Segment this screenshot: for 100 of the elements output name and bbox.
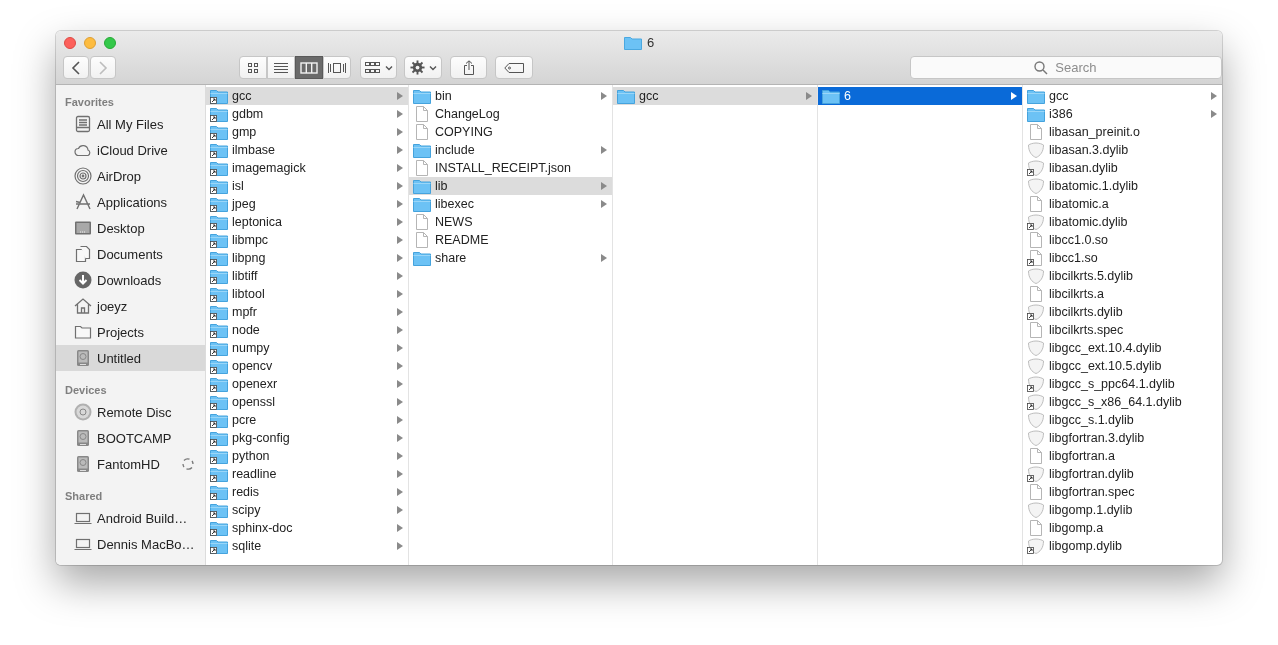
file-row[interactable]: libgfortran.a (1023, 447, 1222, 465)
sidebar-item[interactable]: Untitled (56, 345, 205, 371)
file-row[interactable]: libatomic.a (1023, 195, 1222, 213)
sidebar-item[interactable]: BOOTCAMP (56, 425, 205, 451)
file-row[interactable]: libgcc_ext.10.4.dylib (1023, 339, 1222, 357)
file-name: gmp (232, 125, 258, 139)
file-row[interactable]: libgomp.a (1023, 519, 1222, 537)
file-row[interactable]: jpeg (206, 195, 408, 213)
file-row[interactable]: gdbm (206, 105, 408, 123)
file-name: NEWS (435, 215, 474, 229)
disclosure-icon (397, 488, 403, 496)
file-row[interactable]: pkg-config (206, 429, 408, 447)
coverflow-view-button[interactable] (323, 56, 351, 79)
file-row[interactable]: libmpc (206, 231, 408, 249)
file-row[interactable]: sqlite (206, 537, 408, 555)
file-row[interactable]: libgomp.dylib (1023, 537, 1222, 555)
file-row[interactable]: share (409, 249, 612, 267)
file-row[interactable]: libcc1.so (1023, 249, 1222, 267)
file-row[interactable]: openexr (206, 375, 408, 393)
file-row[interactable]: opencv (206, 357, 408, 375)
file-row[interactable]: openssl (206, 393, 408, 411)
file-row[interactable]: libcilkrts.dylib (1023, 303, 1222, 321)
file-row[interactable]: libasan.3.dylib (1023, 141, 1222, 159)
columns-view-button[interactable] (295, 56, 323, 79)
file-row[interactable]: NEWS (409, 213, 612, 231)
file-row[interactable]: bin (409, 87, 612, 105)
share-button[interactable] (449, 56, 488, 79)
sidebar-item[interactable]: FantomHD (56, 451, 205, 477)
sidebar-item[interactable]: Documents (56, 241, 205, 267)
file-row[interactable]: gcc (1023, 87, 1222, 105)
file-row[interactable]: libpng (206, 249, 408, 267)
file-row[interactable]: README (409, 231, 612, 249)
file-row[interactable]: libgcc_s_ppc64.1.dylib (1023, 375, 1222, 393)
file-row[interactable]: libgcc_s.1.dylib (1023, 411, 1222, 429)
file-name: ilmbase (232, 143, 277, 157)
file-row[interactable]: ilmbase (206, 141, 408, 159)
file-row[interactable]: readline (206, 465, 408, 483)
file-row[interactable]: libgcc_s_x86_64.1.dylib (1023, 393, 1222, 411)
sidebar-item[interactable]: Downloads (56, 267, 205, 293)
sidebar-item[interactable]: All My Files (56, 111, 205, 137)
file-row[interactable]: ChangeLog (409, 105, 612, 123)
sidebar-item[interactable]: Projects (56, 319, 205, 345)
file-row[interactable]: gcc (206, 87, 408, 105)
arrange-button[interactable] (360, 56, 398, 79)
file-row[interactable]: lib (409, 177, 612, 195)
sidebar-item[interactable]: joeyz (56, 293, 205, 319)
file-row[interactable]: libasan_preinit.o (1023, 123, 1222, 141)
file-row[interactable]: node (206, 321, 408, 339)
file-row[interactable]: sphinx-doc (206, 519, 408, 537)
tag-button[interactable] (495, 56, 533, 79)
file-row[interactable]: leptonica (206, 213, 408, 231)
file-row[interactable]: mpfr (206, 303, 408, 321)
sidebar-item[interactable]: iCloud Drive (56, 137, 205, 163)
icons-view-button[interactable] (239, 56, 267, 79)
sidebar-item[interactable]: AirDrop (56, 163, 205, 189)
file-row[interactable]: INSTALL_RECEIPT.json (409, 159, 612, 177)
file-row[interactable]: gcc (613, 87, 817, 105)
search-field[interactable]: Search (909, 56, 1222, 79)
file-row[interactable]: pcre (206, 411, 408, 429)
file-row[interactable]: libgfortran.dylib (1023, 465, 1222, 483)
disclosure-icon (806, 92, 812, 100)
file-row[interactable]: numpy (206, 339, 408, 357)
list-view-button[interactable] (267, 56, 295, 79)
file-row[interactable]: imagemagick (206, 159, 408, 177)
file-row[interactable]: scipy (206, 501, 408, 519)
file-row[interactable]: libasan.dylib (1023, 159, 1222, 177)
file-row[interactable]: python (206, 447, 408, 465)
file-name: libcilkrts.spec (1049, 323, 1125, 337)
sidebar-item[interactable]: Applications (56, 189, 205, 215)
file-row[interactable]: i386 (1023, 105, 1222, 123)
file-row[interactable]: libgfortran.3.dylib (1023, 429, 1222, 447)
file-row[interactable]: libcilkrts.5.dylib (1023, 267, 1222, 285)
file-row[interactable]: isl (206, 177, 408, 195)
file-row[interactable]: gmp (206, 123, 408, 141)
file-row[interactable]: libatomic.1.dylib (1023, 177, 1222, 195)
file-row[interactable]: 6 (818, 87, 1022, 105)
file-row[interactable]: libcilkrts.spec (1023, 321, 1222, 339)
settings-button[interactable] (404, 56, 442, 79)
file-row[interactable]: libgomp.1.dylib (1023, 501, 1222, 519)
back-button[interactable] (63, 56, 89, 79)
file-row[interactable]: libgcc_ext.10.5.dylib (1023, 357, 1222, 375)
file-row[interactable]: libcilkrts.a (1023, 285, 1222, 303)
file-row[interactable]: libgfortran.spec (1023, 483, 1222, 501)
file-row[interactable]: COPYING (409, 123, 612, 141)
sidebar-item[interactable]: Desktop (56, 215, 205, 241)
file-row[interactable]: redis (206, 483, 408, 501)
folder-icon (74, 323, 92, 341)
close-button[interactable] (64, 37, 76, 49)
file-row[interactable]: include (409, 141, 612, 159)
sidebar-item[interactable]: Android Build… (56, 505, 205, 531)
disclosure-icon (397, 110, 403, 118)
sidebar-item-label: BOOTCAMP (97, 430, 172, 446)
file-row[interactable]: libexec (409, 195, 612, 213)
sidebar-item[interactable]: Dennis MacBo… (56, 531, 205, 557)
file-row[interactable]: libtool (206, 285, 408, 303)
file-row[interactable]: libcc1.0.so (1023, 231, 1222, 249)
file-row[interactable]: libtiff (206, 267, 408, 285)
file-row[interactable]: libatomic.dylib (1023, 213, 1222, 231)
sidebar-item[interactable]: Remote Disc (56, 399, 205, 425)
disclosure-icon (601, 254, 607, 262)
